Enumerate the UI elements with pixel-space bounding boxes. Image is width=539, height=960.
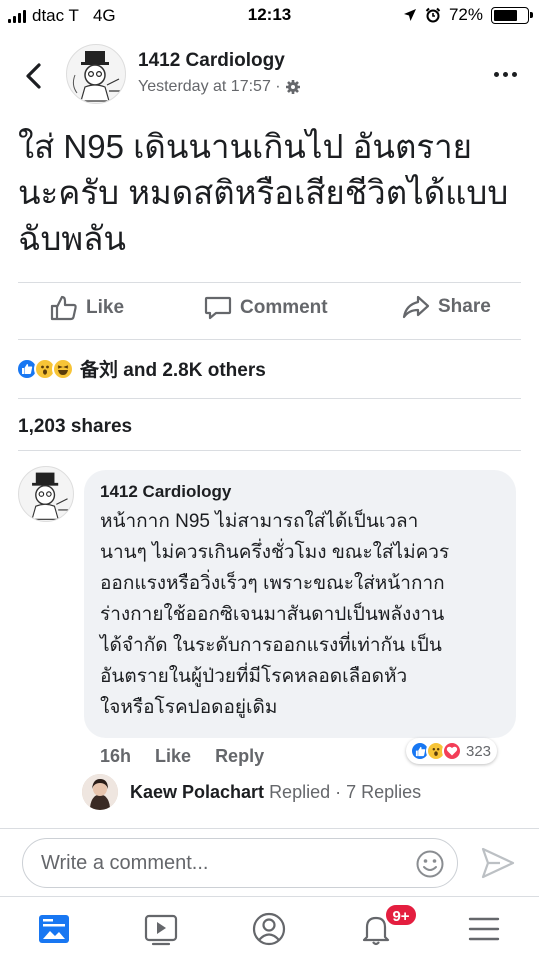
divider — [18, 450, 521, 451]
comment-text-line: ออกแรงหรือวิ่งเร็วๆ เพราะขณะใส่หน้ากาก — [100, 573, 445, 594]
post-time[interactable]: Yesterday at 17:57 · — [138, 78, 281, 96]
menu-icon[interactable] — [466, 911, 502, 947]
page-avatar[interactable] — [66, 44, 126, 104]
notification-badge: 9+ — [384, 903, 418, 927]
haha-reaction-icon — [52, 357, 74, 380]
replied-label: Replied — [269, 781, 331, 802]
alarm-icon — [425, 7, 441, 23]
reaction-summary-text: 备刘 and 2.8K others — [80, 360, 266, 381]
battery-icon — [491, 6, 533, 24]
comment-text-line: ใจหรือโรคปอดอยู่เดิม — [100, 697, 278, 718]
comment-text-line: นานๆ ไม่ควรเกินครึ่งชั่วโมง ขณะใส่ไม่ควร — [100, 542, 450, 563]
comment-input[interactable]: Write a comment... — [22, 838, 458, 888]
reaction-summary[interactable]: 备刘 and 2.8K others — [16, 355, 266, 382]
post-text-line: ฉับพลัน — [18, 220, 126, 257]
comment-text-line: ได้จำกัด ในระดับการออกแรงที่เท่ากัน เป็น — [100, 635, 442, 656]
news-feed-icon[interactable] — [36, 911, 72, 947]
profile-icon[interactable] — [251, 911, 287, 947]
battery-fill — [494, 9, 518, 21]
comment-label: Comment — [240, 297, 328, 318]
ellipsis-icon[interactable] — [494, 72, 517, 77]
comment-author-avatar[interactable] — [18, 466, 74, 522]
comment-text-line: หน้ากาก N95 ไม่สามารถใส่ได้เป็นเวลา — [100, 511, 419, 532]
comment-input-placeholder: Write a comment... — [41, 852, 209, 874]
comment-reaction-count: 323 — [466, 742, 492, 760]
divider — [0, 828, 539, 829]
send-icon[interactable] — [480, 846, 516, 880]
post-text-line: ใส่ N95 เดินนานเกินไป อันตราย — [18, 128, 472, 165]
comment-like-button[interactable]: Like — [155, 746, 191, 767]
cartoon-avatar-image — [31, 472, 70, 520]
battery-percent: 72% — [448, 5, 483, 24]
view-replies-link[interactable]: Kaew Polachart Replied · 7 Replies — [82, 774, 421, 810]
comment-icon — [204, 296, 232, 320]
comment-age: 16h — [100, 746, 132, 766]
comment-text-line: ร่างกายใช้ออกซิเจนมาสันดาปเป็นพลังงาน — [100, 604, 445, 625]
divider — [18, 339, 521, 340]
smiley-icon[interactable] — [415, 849, 445, 879]
share-button[interactable]: Share — [402, 295, 491, 319]
comment-text-line: อันตรายในผู้ป่วยที่มีโรคหลอดเลือดหัว — [100, 666, 408, 687]
comment-reply-button[interactable]: Reply — [215, 746, 264, 767]
bottom-tab-bar: 9+ — [0, 896, 539, 960]
reply-count: · 7 Replies — [335, 781, 422, 802]
cartoon-avatar-image — [72, 51, 121, 102]
gear-icon — [285, 80, 300, 94]
comment-button[interactable]: Comment — [204, 295, 328, 321]
share-arrow-icon — [402, 295, 430, 319]
like-button[interactable]: Like — [50, 295, 124, 321]
post-text-line: นะครับ หมดสติหรือเสียชีวิตได้แบบ — [18, 174, 509, 211]
post-action-bar: Like Comment Share — [0, 283, 539, 339]
post-meta: Yesterday at 17:57 · — [138, 78, 301, 96]
post-header: 1412 Cardiology Yesterday at 17:57 · — [0, 38, 539, 118]
comment-bubble[interactable]: 1412 Cardiology หน้ากาก N95 ไม่สามารถใส่… — [84, 470, 516, 738]
comment-text: หน้ากาก N95 ไม่สามารถใส่ได้เป็นเวลา นานๆ… — [100, 506, 500, 723]
person-photo — [82, 774, 118, 810]
location-icon — [403, 9, 416, 21]
share-count[interactable]: 1,203 shares — [18, 416, 132, 438]
like-label: Like — [86, 297, 125, 318]
comment-actions: 16h Like Reply — [100, 746, 264, 767]
comment-reaction-summary[interactable]: 323 — [406, 738, 498, 764]
reply-author-avatar — [82, 774, 118, 810]
divider — [18, 398, 521, 399]
status-bar: dtac T 4G 12:13 72% — [0, 0, 539, 32]
post-text: ใส่ N95 เดินนานเกินไป อันตราย นะครับ หมด… — [18, 124, 523, 262]
love-reaction-icon — [442, 741, 462, 761]
page-name[interactable]: 1412 Cardiology — [138, 50, 285, 72]
share-label: Share — [438, 296, 491, 317]
chevron-left-icon[interactable] — [22, 62, 46, 90]
reply-author-name: Kaew Polachart — [130, 781, 265, 802]
comment-author-name[interactable]: 1412 Cardiology — [100, 482, 500, 502]
video-icon[interactable] — [143, 911, 179, 947]
status-right: 72% — [403, 5, 533, 25]
thumbs-up-icon — [50, 295, 77, 321]
